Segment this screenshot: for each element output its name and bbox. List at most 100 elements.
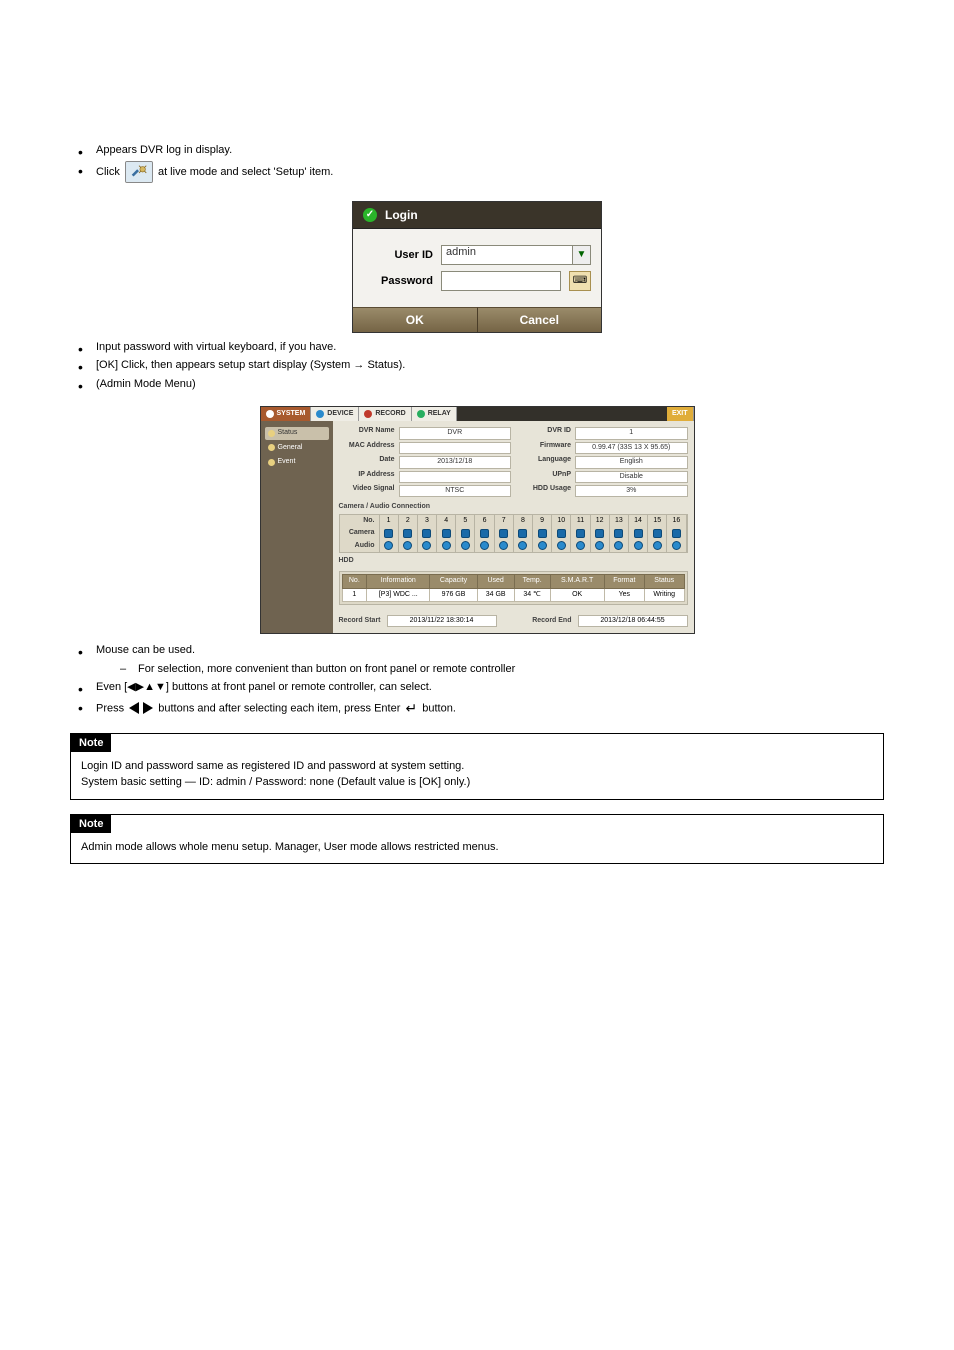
- tab-exit[interactable]: EXIT: [667, 407, 694, 421]
- camera-section-title: Camera / Audio Connection: [339, 503, 688, 511]
- cam-number-cell: 1: [380, 515, 399, 527]
- audio-status-icon: [533, 540, 552, 552]
- cam-number-cell: 13: [610, 515, 629, 527]
- side-menu: Status General Event: [261, 421, 333, 633]
- camera-status-icon: [667, 527, 686, 539]
- camera-status-icon: [629, 527, 648, 539]
- ip-label: IP Address: [339, 471, 399, 483]
- cancel-button[interactable]: Cancel: [477, 307, 602, 332]
- ok-button[interactable]: OK: [353, 307, 477, 332]
- hdd-cell: 1: [342, 588, 367, 601]
- user-id-input[interactable]: admin: [441, 245, 573, 265]
- camera-status-icon: [475, 527, 494, 539]
- bullet-icon: [268, 459, 275, 466]
- dvr-id-label: DVR ID: [515, 427, 575, 439]
- trailing-bullets: Mouse can be used. For selection, more c…: [70, 642, 884, 719]
- audio-status-icon: [456, 540, 475, 552]
- hdd-section-title: HDD: [339, 557, 688, 565]
- hdd-header-cell: Capacity: [430, 575, 477, 588]
- record-start-value: 2013/11/22 18:30:14: [387, 615, 497, 627]
- hdd-header-cell: Temp.: [514, 575, 550, 588]
- user-id-label: User ID: [363, 249, 433, 261]
- video-label: Video Signal: [339, 485, 399, 497]
- camera-status-icon: [571, 527, 590, 539]
- post-login-bullets: Input password with virtual keyboard, if…: [70, 339, 884, 393]
- hdd-section: No.InformationCapacityUsedTemp.S.M.A.R.T…: [339, 571, 688, 605]
- post-login-3: (Admin Mode Menu): [78, 376, 884, 393]
- sidebar-item-general[interactable]: General: [265, 442, 329, 454]
- hdd-cell: Writing: [644, 588, 684, 601]
- sidebar-item-event[interactable]: Event: [265, 456, 329, 468]
- hdd-header-cell: Format: [604, 575, 644, 588]
- dropdown-arrow-icon[interactable]: ▼: [573, 245, 591, 265]
- virtual-keyboard-icon[interactable]: ⌨: [569, 271, 591, 291]
- intro-line-1: Appears DVR log in display.: [78, 142, 884, 159]
- note-tag: Note: [71, 734, 111, 752]
- tab-relay[interactable]: RELAY: [412, 407, 457, 421]
- intro-bullets: Appears DVR log in display. Click at liv…: [70, 142, 884, 183]
- cam-number-cell: 5: [456, 515, 475, 527]
- tab-device[interactable]: DEVICE: [311, 407, 359, 421]
- password-label: Password: [363, 275, 433, 287]
- camera-status-icon: [437, 527, 456, 539]
- tab-system[interactable]: SYSTEM: [261, 407, 312, 421]
- post-login-2: [OK] Click, then appears setup start dis…: [78, 357, 884, 374]
- note-box-2: Note Admin mode allows whole menu setup.…: [70, 814, 884, 865]
- hdd-cell: Yes: [604, 588, 644, 601]
- hdd-header-cell: Used: [477, 575, 514, 588]
- cam-number-cell: 7: [495, 515, 514, 527]
- camera-status-icon: [418, 527, 437, 539]
- system-settings-panel: SYSTEM DEVICE RECORD RELAY EXIT Status: [260, 406, 695, 634]
- dvr-name-label: DVR Name: [339, 427, 399, 439]
- hddusage-label: HDD Usage: [515, 485, 575, 497]
- ip-value: [399, 471, 512, 483]
- cam-number-cell: 3: [418, 515, 437, 527]
- camera-table: No. 12345678910111213141516 Camera Audio: [339, 514, 688, 553]
- password-input[interactable]: [441, 271, 561, 291]
- enter-icon: ↵: [405, 700, 417, 716]
- audio-status-icon: [495, 540, 514, 552]
- video-value: NTSC: [399, 485, 512, 497]
- cam-number-cell: 11: [571, 515, 590, 527]
- cam-camera-label: Camera: [340, 527, 380, 539]
- cam-number-cell: 4: [437, 515, 456, 527]
- login-title-text: Login: [385, 208, 418, 222]
- audio-status-icon: [380, 540, 399, 552]
- sidebar-item-status[interactable]: Status: [265, 427, 329, 439]
- setup-tool-icon: [125, 161, 153, 183]
- login-titlebar: ✓ Login: [353, 202, 601, 229]
- audio-status-icon: [399, 540, 418, 552]
- tab-record[interactable]: RECORD: [359, 407, 411, 421]
- trailing-3: Press buttons and after selecting each i…: [78, 698, 884, 719]
- left-right-arrows-icon: [129, 702, 153, 714]
- camera-status-icon: [399, 527, 418, 539]
- login-dialog: ✓ Login User ID admin ▼ Password ⌨ OK Ca…: [352, 201, 602, 333]
- audio-status-icon: [514, 540, 533, 552]
- camera-status-icon: [552, 527, 571, 539]
- hdd-header-cell: S.M.A.R.T: [550, 575, 604, 588]
- dvr-id-value: 1: [575, 427, 688, 439]
- hdd-header-cell: No.: [342, 575, 367, 588]
- cam-number-cell: 15: [648, 515, 667, 527]
- language-value: English: [575, 456, 688, 468]
- firmware-value: 0.99.47 (33S 13 X 95.65): [575, 442, 688, 454]
- record-start-label: Record Start: [339, 617, 381, 625]
- camera-status-icon: [533, 527, 552, 539]
- hdd-cell: 976 GB: [430, 588, 477, 601]
- audio-status-icon: [552, 540, 571, 552]
- cam-audio-label: Audio: [340, 540, 380, 552]
- cam-audio-row: [380, 540, 687, 552]
- info-grid: DVR NameDVR DVR ID1 MAC Address Firmware…: [339, 427, 688, 497]
- audio-status-icon: [648, 540, 667, 552]
- audio-status-icon: [437, 540, 456, 552]
- firmware-label: Firmware: [515, 442, 575, 454]
- hdd-data-row: 1[P3] WDC ...976 GB34 GB34 ℃OKYesWriting: [342, 588, 684, 601]
- audio-status-icon: [610, 540, 629, 552]
- upnp-value: Disable: [575, 471, 688, 483]
- intro-line-2: Click at live mode and select 'Setup' it…: [78, 161, 884, 183]
- hdd-cell: [P3] WDC ...: [367, 588, 430, 601]
- date-value: 2013/12/18: [399, 456, 512, 468]
- note1-line2: System basic setting — ID: admin / Passw…: [81, 774, 873, 791]
- cam-number-row: 12345678910111213141516: [380, 515, 687, 527]
- note-tag: Note: [71, 815, 111, 833]
